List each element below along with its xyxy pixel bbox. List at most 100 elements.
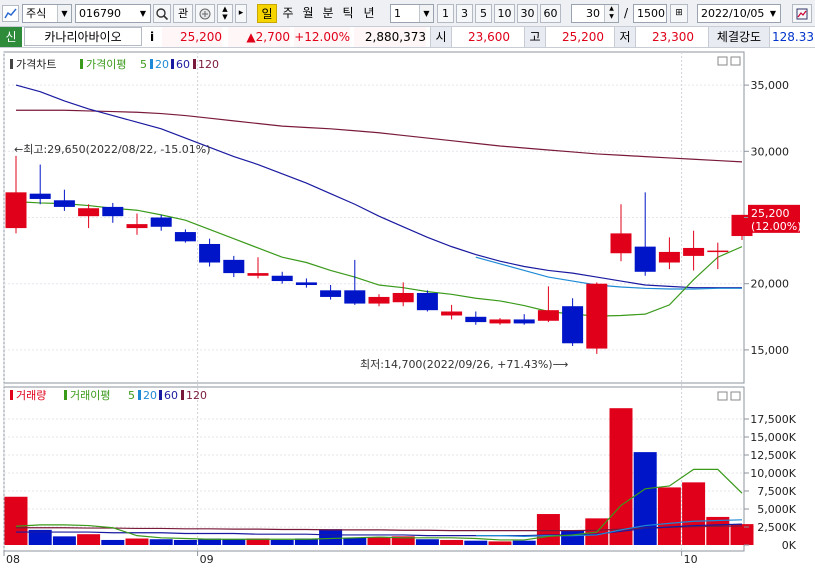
volume-bar [633,452,657,545]
interval-value: 1 [394,7,401,20]
maximize-icon[interactable] [730,391,741,401]
display-count-value: 30 [586,7,600,20]
chart-canvas[interactable]: 35,00030,00025,00020,00015,00017,500K15,… [0,49,815,569]
legend-marker [181,390,184,400]
legend-marker [80,59,83,69]
interval-button-10[interactable]: 10 [494,4,515,23]
volume-axis-label: 0K [782,539,797,552]
price-axis-label: 30,000 [751,145,790,158]
volume-bar [4,496,28,545]
legend-marker [10,59,13,69]
candle-body [658,251,680,263]
count-separator: / [623,6,629,20]
interval-button-1[interactable]: 1 [437,4,454,23]
volume-bar [657,487,681,545]
interval-button-5[interactable]: 5 [475,4,492,23]
candle-body [416,292,438,311]
legend-marker [150,59,153,69]
x-axis-label: 10 [684,553,698,566]
market-select[interactable]: 주식 ▼ [22,4,72,23]
candle-body [126,224,148,229]
candle-body [707,250,729,253]
interval-button-3[interactable]: 3 [456,4,473,23]
volume-bar [464,540,488,545]
volume-panel-title: 거래량 [16,389,46,402]
candle-body [513,319,535,324]
search-icon [156,8,169,21]
volume-panel-frame [3,386,745,552]
trade-volume: 2,880,373 [354,27,426,47]
price-change: ▲2,700 [228,27,290,47]
tab-year[interactable]: 년 [359,4,379,23]
open-price: 23,600 [468,30,510,44]
export-button[interactable] [792,4,812,23]
volume-bar [512,540,536,545]
zoom-button[interactable]: ⊞ [670,4,688,23]
candle-body [368,296,390,304]
high-label: 고 [524,27,546,47]
volume-axis-label: 2,500K [757,521,796,534]
strength-value: 128.33 [772,30,814,44]
date-select[interactable]: 2022/10/05 ▼ [697,4,781,23]
stock-code-value: 016790 [79,7,121,20]
volume-bar [488,541,512,545]
maximize-icon[interactable] [730,56,741,66]
volume-ma20-label: 20 [143,389,157,402]
minimize-icon[interactable] [717,56,728,66]
total-count-input[interactable]: 1500 [633,4,667,23]
minimize-icon[interactable] [717,391,728,401]
date-value: 2022/10/05 [701,7,765,20]
volume-bar [125,538,149,545]
watch-button[interactable]: 관 [173,4,193,23]
tab-month[interactable]: 월 [299,4,317,23]
candle-body [586,283,608,349]
price-axis-label: 35,000 [751,79,790,92]
collapse-button[interactable]: ▸ [235,4,247,23]
legend-marker [171,59,174,69]
price-panel-title: 가격차트 [16,58,56,71]
last-price-label: 25,200 [751,207,790,220]
interval-select[interactable]: 1 ▼ [390,4,434,23]
chevron-down-icon: ▼ [136,5,150,22]
legend-marker [64,390,67,400]
candle-body [392,292,414,303]
volume-bar [536,514,560,545]
tab-tick[interactable]: 틱 [339,4,357,23]
volume-bar [440,539,464,545]
volume-axis-label: 10,000K [750,467,796,480]
candle-body [271,275,293,282]
volume-legend: 거래량 거래이평 5 20 60 120 [10,389,207,402]
stock-code-input[interactable]: 016790 ▼ [75,4,151,23]
price-ma20-label: 20 [155,58,169,71]
quote-bar: 신 카나리아바이오 i 25,200 ▲2,700 +12.00% 2,880,… [0,27,815,48]
search-button[interactable] [153,4,171,23]
volume-ma-title: 거래이평 [70,389,110,402]
interval-button-60[interactable]: 60 [540,4,561,23]
strength-label: 체결강도 [708,27,770,47]
legend-marker [159,390,162,400]
link-icon [199,8,211,20]
tab-week[interactable]: 주 [279,4,297,23]
tab-minute[interactable]: 분 [319,4,337,23]
volume-axis-label: 5,000K [757,503,796,516]
high-price: 25,200 [562,30,604,44]
link-button[interactable] [195,4,215,23]
display-count-input[interactable]: 30 ▲ ▼ [571,4,619,23]
settings-icon[interactable] [2,5,19,22]
tab-day[interactable]: 일 [257,4,277,23]
volume-bar [149,539,173,545]
low-price-annotation: 최저:14,700(2022/09/26, +71.43%)⟶ [360,358,569,371]
volume-bar [609,408,633,545]
chart-toolbar: 주식 ▼ 016790 ▼ 관 ▲ ▼ ▸ 일 주 월 분 틱 년 1 ▼ 1 3… [0,0,815,27]
candle-body [683,247,705,256]
candle-body [5,192,27,229]
stepper-button[interactable]: ▲ ▼ [217,4,233,23]
candle-body [78,208,100,217]
price-legend: 가격차트 가격이평 5 20 60 120 [10,58,219,71]
candle-body [223,259,245,274]
volume-bar [173,539,197,545]
volume-bar [101,539,125,545]
volume-bar [77,534,101,545]
interval-button-30[interactable]: 30 [517,4,538,23]
info-button[interactable]: i [144,27,160,47]
